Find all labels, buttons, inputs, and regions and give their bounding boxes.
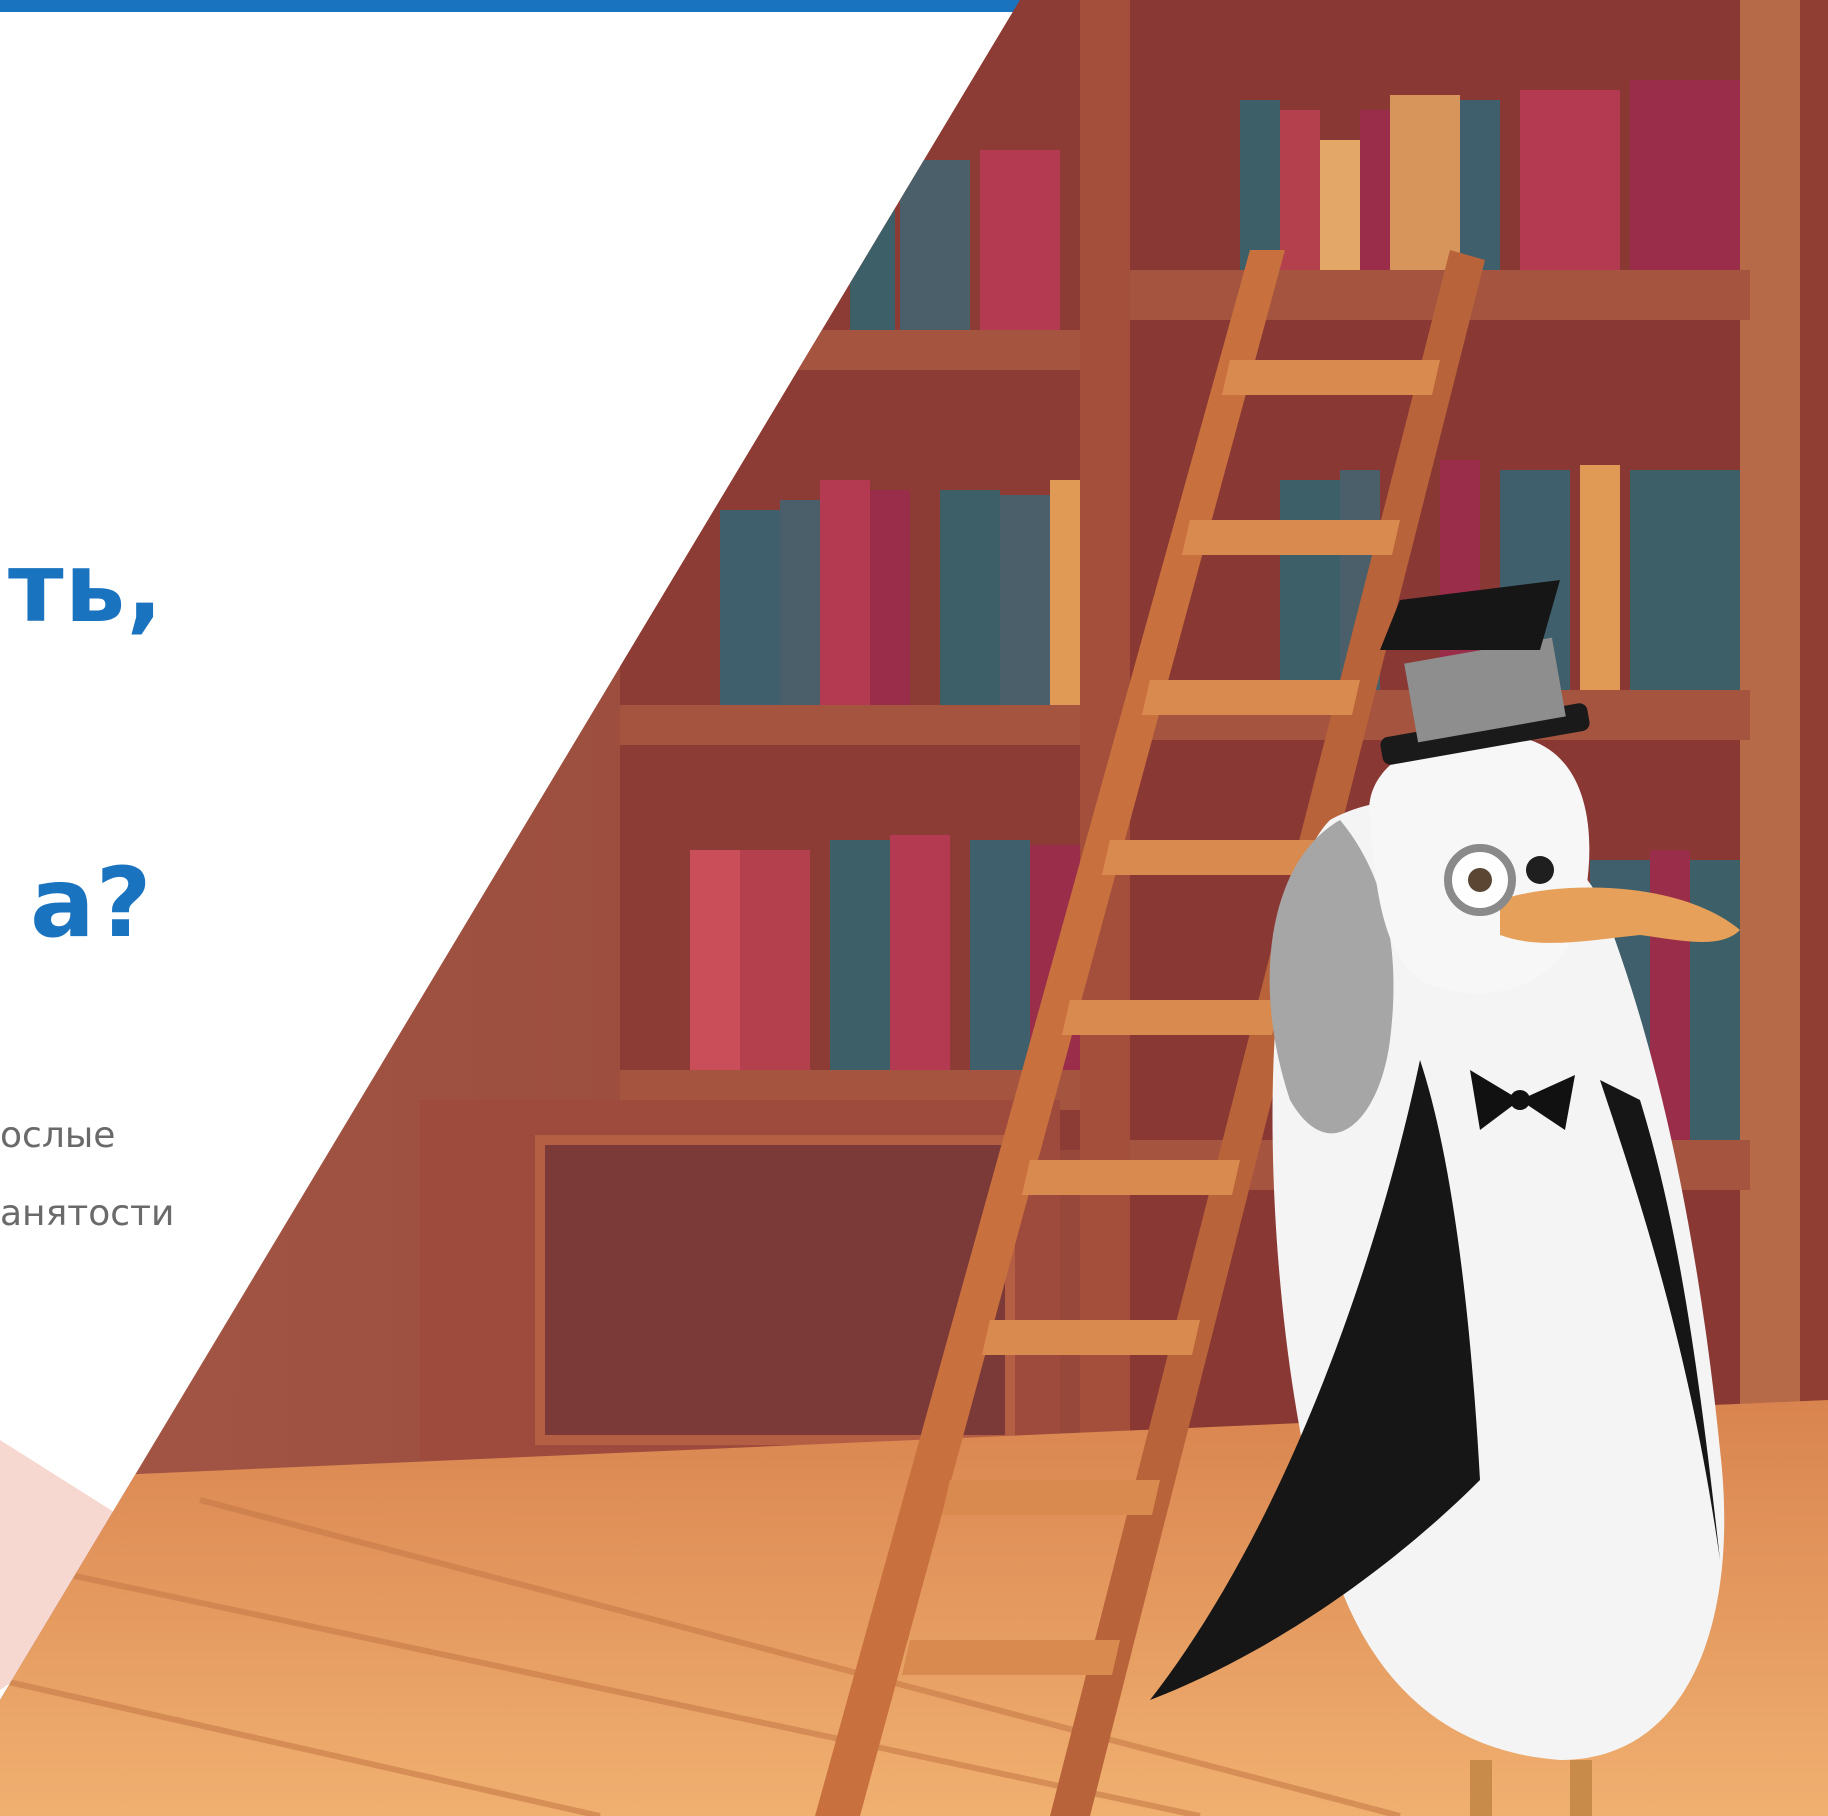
library-illustration xyxy=(0,0,1828,1816)
books-row-3-left xyxy=(690,835,1080,1070)
books-row-1-left xyxy=(850,150,1060,330)
books-row-2-left xyxy=(720,480,1080,705)
